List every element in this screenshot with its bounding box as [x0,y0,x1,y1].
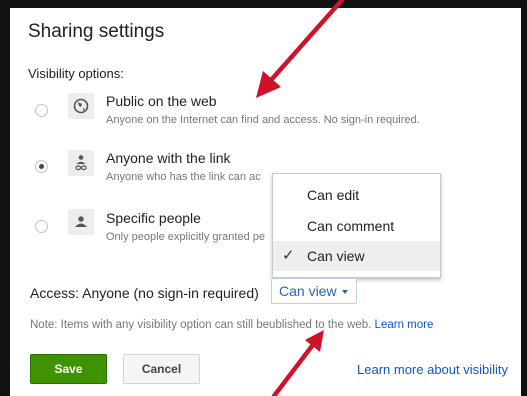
option-title: Public on the web [106,93,217,109]
access-level-dropdown[interactable]: Can view [271,278,357,304]
learn-more-visibility-link[interactable]: Learn more about visibility [357,362,508,377]
learn-more-link[interactable]: Learn more [375,319,434,331]
option-title: Specific people [106,210,201,226]
option-description: Only people explicitly granted pe [106,231,265,243]
dialog-title: Sharing settings [28,21,165,42]
cancel-button[interactable]: Cancel [123,354,200,384]
dialog-frame [0,0,527,396]
radio-public[interactable] [35,104,48,117]
menu-item-can-view[interactable]: ✓ Can view [273,241,440,271]
menu-item-can-edit[interactable]: Can edit [273,180,440,210]
menu-item-label: Can view [307,248,365,264]
radio-specific-people[interactable] [35,220,48,233]
menu-item-label: Can comment [307,218,395,234]
menu-item-label: Can edit [307,187,360,203]
access-level-value: Can view [279,283,337,299]
caret-down-icon [342,290,348,294]
note-text-continued: ublished to the web. [269,319,372,331]
option-description: Anyone on the Internet can find and acce… [106,114,420,126]
visibility-options-label: Visibility options: [28,66,124,81]
checkmark-icon: ✓ [282,247,295,264]
publish-note: Note: Items with any visibility option c… [30,319,433,331]
menu-item-can-comment[interactable]: Can comment [273,211,440,241]
option-title: Anyone with the link [106,150,231,166]
person-icon [68,209,94,235]
access-label: Access: Anyone (no sign-in required) [30,285,259,301]
link-person-icon [68,150,94,176]
option-description: Anyone who has the link can ac [106,171,261,183]
save-button[interactable]: Save [30,354,107,384]
globe-icon [68,93,94,119]
permission-menu: Can edit Can comment ✓ Can view [272,173,441,278]
note-text: Note: Items with any visibility option c… [30,319,270,331]
radio-anyone-with-link[interactable] [35,160,48,173]
